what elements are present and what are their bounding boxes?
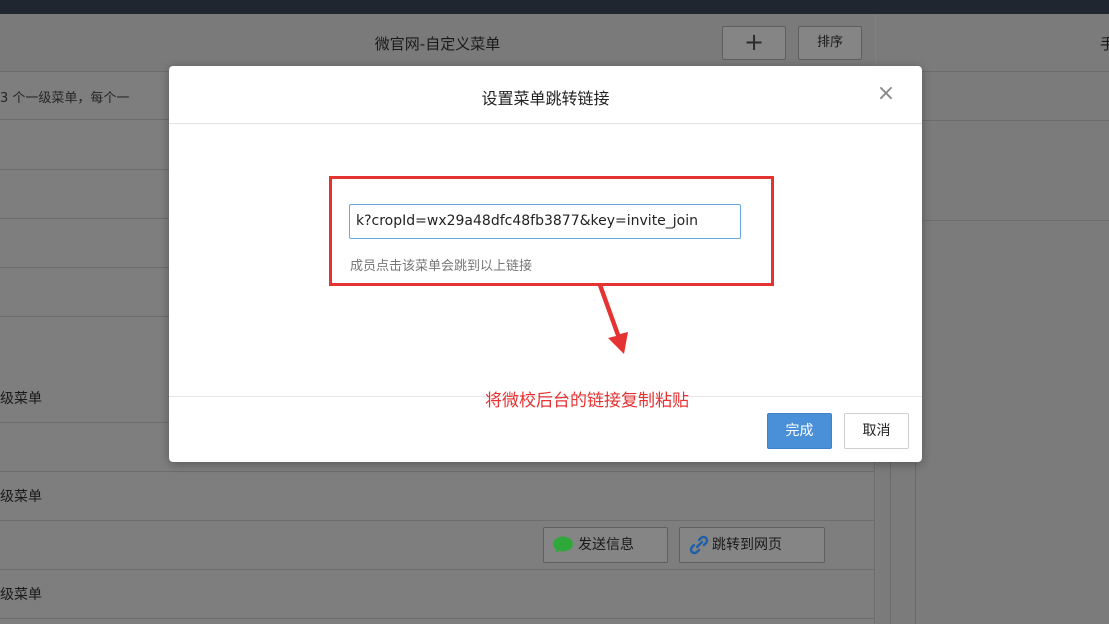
preview-header: 手	[876, 14, 1109, 72]
sort-button[interactable]: 排序	[798, 26, 862, 60]
jump-to-webpage-button[interactable]: 跳转到网页	[679, 527, 825, 563]
menu-hint-text: 3 个一级菜单，每个一	[0, 91, 130, 106]
send-message-button[interactable]: 发送信息	[543, 527, 668, 563]
done-button[interactable]: 完成	[767, 413, 832, 449]
cancel-button[interactable]: 取消	[844, 413, 909, 449]
preview-header-text: 手	[1100, 35, 1109, 53]
annotation-arrow-icon	[598, 284, 628, 354]
link-url-hint: 成员点击该菜单会跳到以上链接	[350, 259, 533, 274]
dialog-title: 设置菜单跳转链接	[481, 89, 610, 108]
menu-row-label: 级菜单	[0, 489, 42, 505]
annotation-text: 将微校后台的链接复制粘贴	[485, 391, 689, 411]
jump-to-webpage-label: 跳转到网页	[712, 537, 782, 553]
send-message-label: 发送信息	[578, 537, 634, 553]
menu-row-label: 级菜单	[0, 587, 42, 603]
panel-header: 微官网-自定义菜单 + 排序	[0, 14, 875, 72]
divider	[916, 120, 1109, 121]
link-icon	[689, 535, 709, 555]
menu-row[interactable]: 级菜单	[0, 570, 875, 619]
menu-row-label: 级菜单	[0, 391, 42, 407]
link-url-input[interactable]: k?cropId=wx29a48dfc48fb3877&key=invite_j…	[349, 204, 741, 239]
divider	[916, 220, 1109, 221]
add-menu-button[interactable]: +	[722, 26, 786, 60]
chat-bubble-icon	[553, 536, 573, 553]
menu-row[interactable]: 级菜单	[0, 472, 875, 521]
top-navigation-bar	[0, 0, 1109, 14]
close-icon[interactable]: ×	[874, 83, 898, 107]
dialog-header: 设置菜单跳转链接 ×	[169, 66, 922, 124]
